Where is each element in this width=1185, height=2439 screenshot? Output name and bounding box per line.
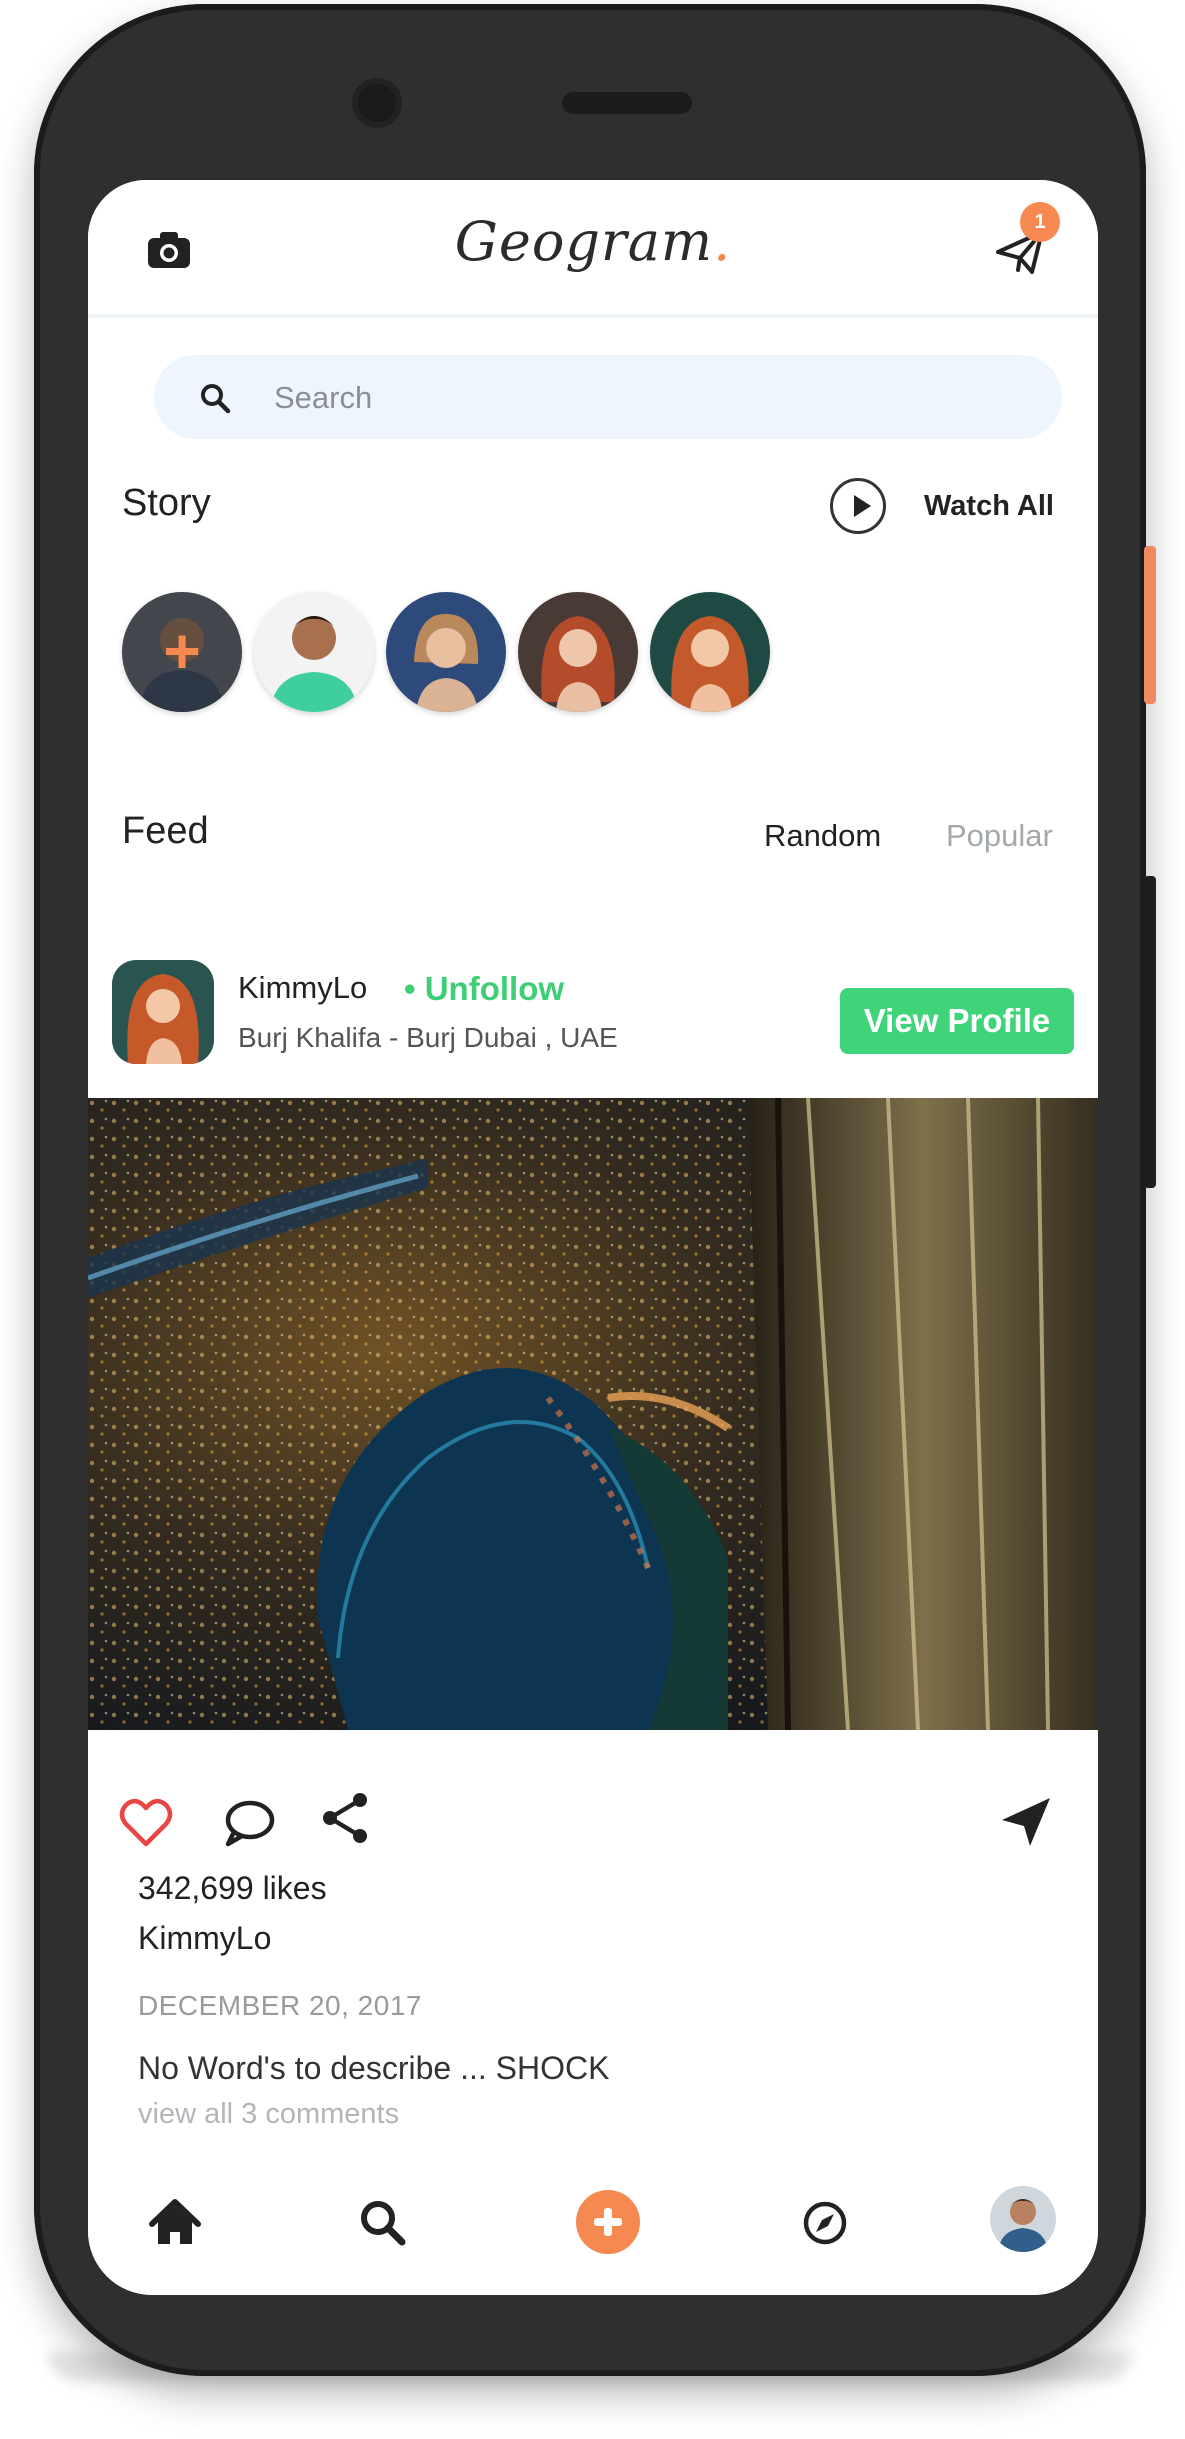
post-author-avatar[interactable]	[112, 960, 214, 1064]
home-icon[interactable]	[144, 2192, 206, 2254]
add-post-icon[interactable]	[576, 2190, 640, 2254]
front-camera	[352, 78, 402, 128]
heart-icon[interactable]	[118, 1794, 174, 1850]
search-bar[interactable]	[154, 355, 1062, 441]
post-author[interactable]: KimmyLo	[138, 1920, 271, 1957]
comment-icon[interactable]	[220, 1794, 276, 1850]
app-screen: Geogram. 1 Story Watch All +	[88, 180, 1098, 2295]
add-story-icon: +	[163, 615, 201, 687]
author-photo	[112, 960, 214, 1064]
story-photo	[518, 592, 638, 712]
share-icon[interactable]	[318, 1790, 374, 1846]
likes-count: 342,699 likes	[138, 1870, 327, 1906]
post-date: DECEMBER 20, 2017	[138, 1990, 422, 2021]
profile-avatar[interactable]	[990, 2186, 1056, 2252]
post-image[interactable]	[88, 1098, 1098, 1730]
volume-button	[1144, 546, 1156, 704]
top-bar: Geogram. 1	[88, 180, 1098, 318]
story-avatar[interactable]	[518, 592, 638, 712]
send-icon[interactable]	[998, 1794, 1054, 1850]
story-avatar[interactable]	[386, 592, 506, 712]
add-story-avatar[interactable]: +	[122, 592, 242, 712]
search-icon[interactable]	[352, 2192, 414, 2254]
city-night-photo	[88, 1098, 1098, 1730]
app-logo: Geogram.	[454, 210, 732, 273]
search-icon	[201, 384, 231, 414]
view-profile-button[interactable]: View Profile	[840, 988, 1074, 1054]
unfollow-link[interactable]: • Unfollow	[404, 970, 564, 1008]
profile-photo	[990, 2186, 1056, 2252]
post-location[interactable]: Burj Khalifa - Burj Dubai , UAE	[238, 1022, 618, 1054]
story-photo	[254, 592, 374, 712]
compass-icon[interactable]	[794, 2192, 856, 2254]
tab-popular[interactable]: Popular	[946, 818, 1053, 854]
bottom-navigation	[88, 2170, 1098, 2295]
watch-all-label: Watch All	[924, 489, 1054, 522]
story-avatar[interactable]	[650, 592, 770, 712]
earpiece-speaker	[562, 92, 692, 114]
story-photo	[386, 592, 506, 712]
tab-random[interactable]: Random	[764, 818, 881, 854]
feed-title: Feed	[122, 810, 209, 852]
post-caption: No Word's to describe ... SHOCK	[138, 2050, 610, 2086]
view-comments-link[interactable]: view all 3 comments	[138, 2098, 399, 2131]
play-icon	[830, 478, 886, 534]
post-username[interactable]: KimmyLo	[238, 970, 367, 1006]
story-title: Story	[122, 482, 211, 524]
story-photo	[650, 592, 770, 712]
search-input[interactable]	[272, 355, 1036, 441]
notification-badge: 1	[1020, 202, 1060, 242]
power-button	[1144, 876, 1156, 1188]
watch-all-button[interactable]: Watch All	[830, 476, 1054, 536]
story-avatar[interactable]	[254, 592, 374, 712]
